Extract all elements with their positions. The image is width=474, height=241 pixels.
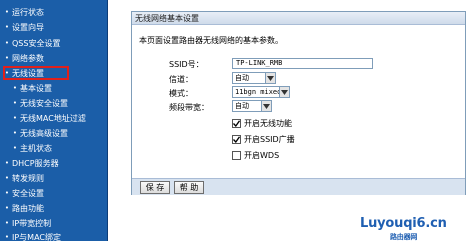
mode-label: 模式：	[169, 89, 193, 98]
help-button[interactable]: 帮 助	[174, 181, 204, 194]
sidebar-item-forwarding[interactable]: • 转发规则	[4, 172, 44, 184]
bullet-icon: •	[4, 204, 10, 212]
sidebar-item-ip-mac-binding[interactable]: • IP与MAC绑定	[4, 231, 61, 241]
watermark-sub: 路由器网	[390, 233, 418, 241]
sidebar-item-label: 无线MAC地址过滤	[20, 113, 86, 123]
sidebar-item-label: 转发规则	[12, 173, 44, 183]
bullet-icon: •	[4, 159, 10, 167]
sidebar-item-host-status[interactable]: • 主机状态	[12, 142, 52, 154]
channel-label: 信道：	[169, 75, 193, 84]
bullet-icon: •	[4, 189, 10, 197]
bullet-icon: •	[4, 233, 10, 241]
button-bar: 保 存 帮 助	[132, 178, 465, 195]
sidebar-item-qss[interactable]: • QSS安全设置	[4, 37, 61, 49]
bullet-icon: •	[12, 84, 18, 92]
bullet-icon: •	[12, 114, 18, 122]
chevron-down-icon	[265, 73, 275, 83]
bullet-icon: •	[12, 129, 18, 137]
sidebar-item-label: IP带宽控制	[12, 218, 52, 228]
wireless-basic-settings-panel: 无线网络基本设置 本页面设置路由器无线网络的基本参数。 SSID号： TP-LI…	[131, 11, 466, 195]
sidebar-nav: • 运行状态 • 设置向导 • QSS安全设置 • 网络参数 • 无线设置 • 基本设置 •…	[0, 0, 108, 241]
ssid-label: SSID号：	[169, 60, 204, 69]
sidebar-item-label: 无线高级设置	[20, 128, 68, 138]
sidebar-item-label: 网络参数	[12, 53, 44, 63]
sidebar-item-label: 路由功能	[12, 203, 44, 213]
enable-ssid-broadcast-option[interactable]: 开启SSID广播	[232, 134, 295, 145]
sidebar-item-label: 运行状态	[12, 7, 44, 17]
enable-wireless-checkbox[interactable]	[232, 119, 241, 128]
chevron-down-icon	[261, 101, 271, 111]
enable-wireless-label: 开启无线功能	[244, 119, 292, 128]
bullet-icon: •	[4, 54, 10, 62]
channel-value: 自动	[235, 74, 249, 82]
sidebar-item-label: IP与MAC绑定	[12, 232, 62, 241]
sidebar-item-label: 基本设置	[20, 83, 52, 93]
enable-wds-option[interactable]: 开启WDS	[232, 150, 279, 161]
enable-wds-checkbox[interactable]	[232, 151, 241, 160]
sidebar-item-basic-settings[interactable]: • 基本设置	[12, 82, 52, 94]
sidebar-item-routing[interactable]: • 路由功能	[4, 202, 44, 214]
bandwidth-label: 频段带宽：	[169, 103, 209, 112]
sidebar-item-bandwidth-control[interactable]: • IP带宽控制	[4, 217, 51, 229]
bandwidth-select[interactable]: 自动	[232, 100, 272, 112]
ssid-input[interactable]: TP-LINK_RMB	[232, 58, 373, 69]
bullet-icon: •	[4, 8, 10, 16]
bullet-icon: •	[4, 23, 10, 31]
sidebar-item-label: QSS安全设置	[12, 38, 61, 48]
mode-select[interactable]: 11bgn mixed	[232, 86, 290, 98]
save-button[interactable]: 保 存	[140, 181, 170, 194]
mode-value: 11bgn mixed	[235, 88, 282, 96]
enable-ssid-broadcast-checkbox[interactable]	[232, 135, 241, 144]
bullet-icon: •	[4, 39, 10, 47]
bandwidth-value: 自动	[235, 102, 249, 110]
sidebar-item-setup-wizard[interactable]: • 设置向导	[4, 21, 44, 33]
sidebar-item-wireless-security[interactable]: • 无线安全设置	[12, 97, 68, 109]
sidebar-item-label: 无线安全设置	[20, 98, 68, 108]
site-watermark: Luyouqi6.cn 路由器网	[360, 216, 447, 241]
channel-select[interactable]: 自动	[232, 72, 276, 84]
watermark-main: Luyouqi6.cn	[360, 216, 447, 231]
bullet-icon: •	[4, 219, 10, 227]
chevron-down-icon	[279, 87, 289, 97]
sidebar-item-security[interactable]: • 安全设置	[4, 187, 44, 199]
sidebar-item-mac-filter[interactable]: • 无线MAC地址过滤	[12, 112, 86, 124]
selection-highlight	[3, 66, 69, 80]
enable-wds-label: 开启WDS	[244, 151, 280, 160]
bullet-icon: •	[12, 99, 18, 107]
sidebar-item-label: 主机状态	[20, 143, 52, 153]
sidebar-item-label: 安全设置	[12, 188, 44, 198]
enable-ssid-broadcast-label: 开启SSID广播	[244, 135, 295, 144]
bullet-icon: •	[4, 174, 10, 182]
sidebar-item-dhcp[interactable]: • DHCP服务器	[4, 157, 59, 169]
panel-title: 无线网络基本设置	[132, 12, 465, 25]
intro-text: 本页面设置路由器无线网络的基本参数。	[139, 36, 283, 45]
sidebar-item-wireless-advanced[interactable]: • 无线高级设置	[12, 127, 68, 139]
sidebar-item-network[interactable]: • 网络参数	[4, 52, 44, 64]
sidebar-item-label: DHCP服务器	[12, 158, 59, 168]
sidebar-item-label: 设置向导	[12, 22, 44, 32]
enable-wireless-option[interactable]: 开启无线功能	[232, 118, 292, 129]
bullet-icon: •	[12, 144, 18, 152]
sidebar-item-status[interactable]: • 运行状态	[4, 6, 44, 18]
